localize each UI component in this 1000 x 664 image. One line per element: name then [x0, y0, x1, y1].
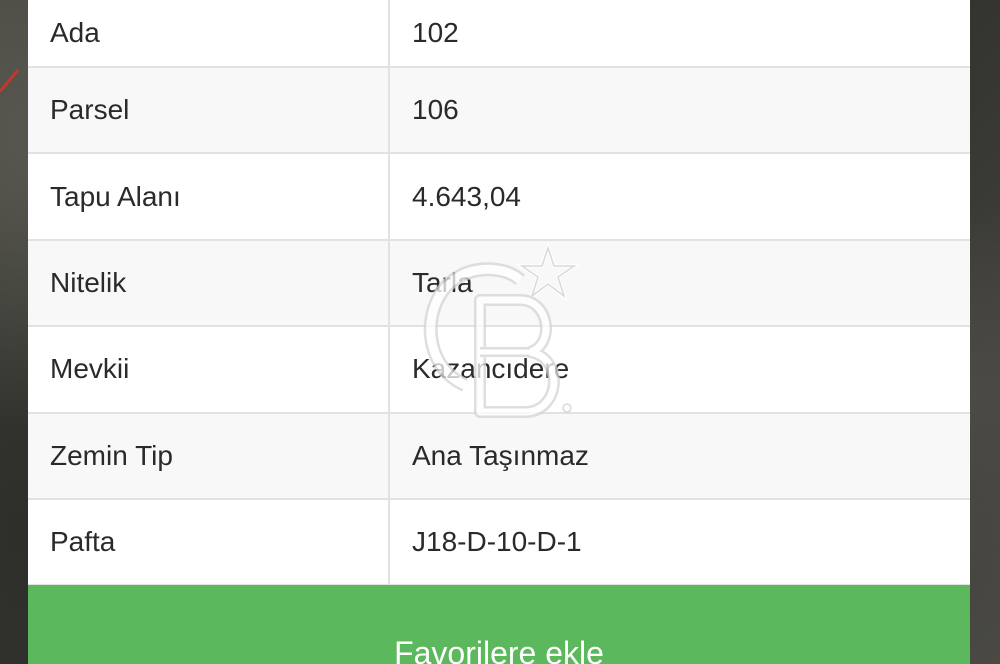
property-details-table: Ada 102 Parsel 106 Tapu Alanı 4.643,04 N… [28, 0, 970, 587]
row-label: Tapu Alanı [28, 153, 390, 241]
row-value: 102 [389, 0, 970, 68]
table-row-parsel: Parsel 106 [28, 67, 970, 155]
table-row-tapu-alani: Tapu Alanı 4.643,04 [28, 153, 970, 241]
row-label: Pafta [28, 498, 390, 587]
row-label: Parsel [28, 67, 390, 155]
row-value: Kazancıdere [389, 326, 970, 414]
table-row-ada: Ada 102 [28, 0, 970, 68]
row-label: Nitelik [28, 239, 390, 328]
add-to-favorites-button[interactable]: Favorilere ekle [28, 585, 970, 664]
row-value: 4.643,04 [389, 153, 970, 241]
row-value: Ana Taşınmaz [389, 412, 970, 500]
row-label: Mevkii [28, 326, 390, 414]
row-label: Ada [28, 0, 390, 68]
table-row-pafta: Pafta J18-D-10-D-1 [28, 498, 970, 587]
row-label: Zemin Tip [28, 412, 390, 500]
row-value: Tarla [389, 239, 970, 328]
table-row-zemin-tip: Zemin Tip Ana Taşınmaz [28, 412, 970, 500]
property-info-panel: Ada 102 Parsel 106 Tapu Alanı 4.643,04 N… [28, 0, 970, 664]
row-value: 106 [389, 67, 970, 155]
map-parcel-boundary-line [0, 69, 20, 93]
row-value: J18-D-10-D-1 [389, 498, 970, 587]
table-row-mevkii: Mevkii Kazancıdere [28, 326, 970, 414]
table-row-nitelik: Nitelik Tarla [28, 239, 970, 328]
